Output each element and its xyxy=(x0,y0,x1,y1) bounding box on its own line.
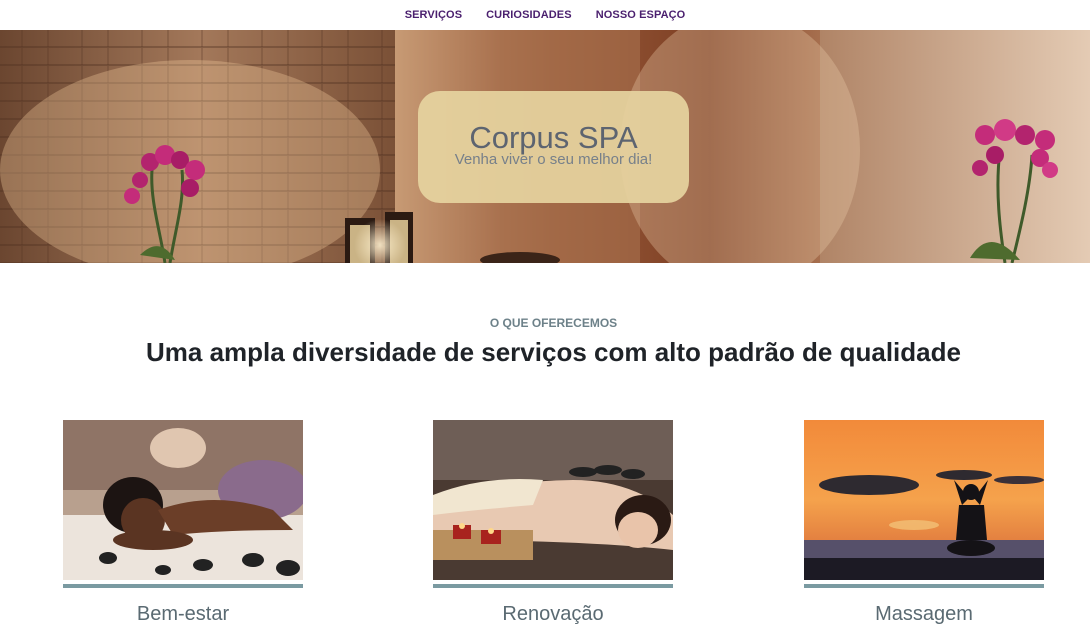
service-label-massagem: Massagem xyxy=(875,603,973,625)
service-image-massagem xyxy=(804,420,1044,580)
service-card-accent-bar xyxy=(804,584,1044,588)
top-navigation: SERVIÇOS CURIOSIDADES NOSSO ESPAÇO xyxy=(0,0,1090,30)
service-card-accent-bar xyxy=(63,584,303,588)
hero-title-card: Corpus SPA Venha viver o seu melhor dia! xyxy=(418,91,689,203)
service-image-bem-estar xyxy=(63,420,303,580)
service-card-bem-estar[interactable]: Bem-estar xyxy=(63,420,303,626)
service-card-massagem[interactable]: Massagem xyxy=(804,420,1044,626)
section-headline: Uma ampla diversidade de serviços com al… xyxy=(146,337,961,367)
service-label-renovacao: Renovação xyxy=(502,603,604,625)
hero-subtitle: Venha viver o seu melhor dia! xyxy=(454,151,653,168)
service-label-bem-estar: Bem-estar xyxy=(136,603,230,625)
section-kicker: O QUE OFERECEMOS xyxy=(489,316,618,330)
service-image-renovacao xyxy=(433,420,673,580)
hero-banner: Corpus SPA Venha viver o seu melhor dia! xyxy=(0,30,1090,263)
nav-link-nosso-espaco[interactable]: NOSSO ESPAÇO xyxy=(596,9,686,21)
nav-link-servicos[interactable]: SERVIÇOS xyxy=(405,9,462,21)
hero-title: Corpus SPA xyxy=(469,120,638,155)
service-card-renovacao[interactable]: Renovação xyxy=(433,420,673,626)
service-card-accent-bar xyxy=(433,584,673,588)
nav-link-curiosidades[interactable]: CURIOSIDADES xyxy=(486,9,572,21)
